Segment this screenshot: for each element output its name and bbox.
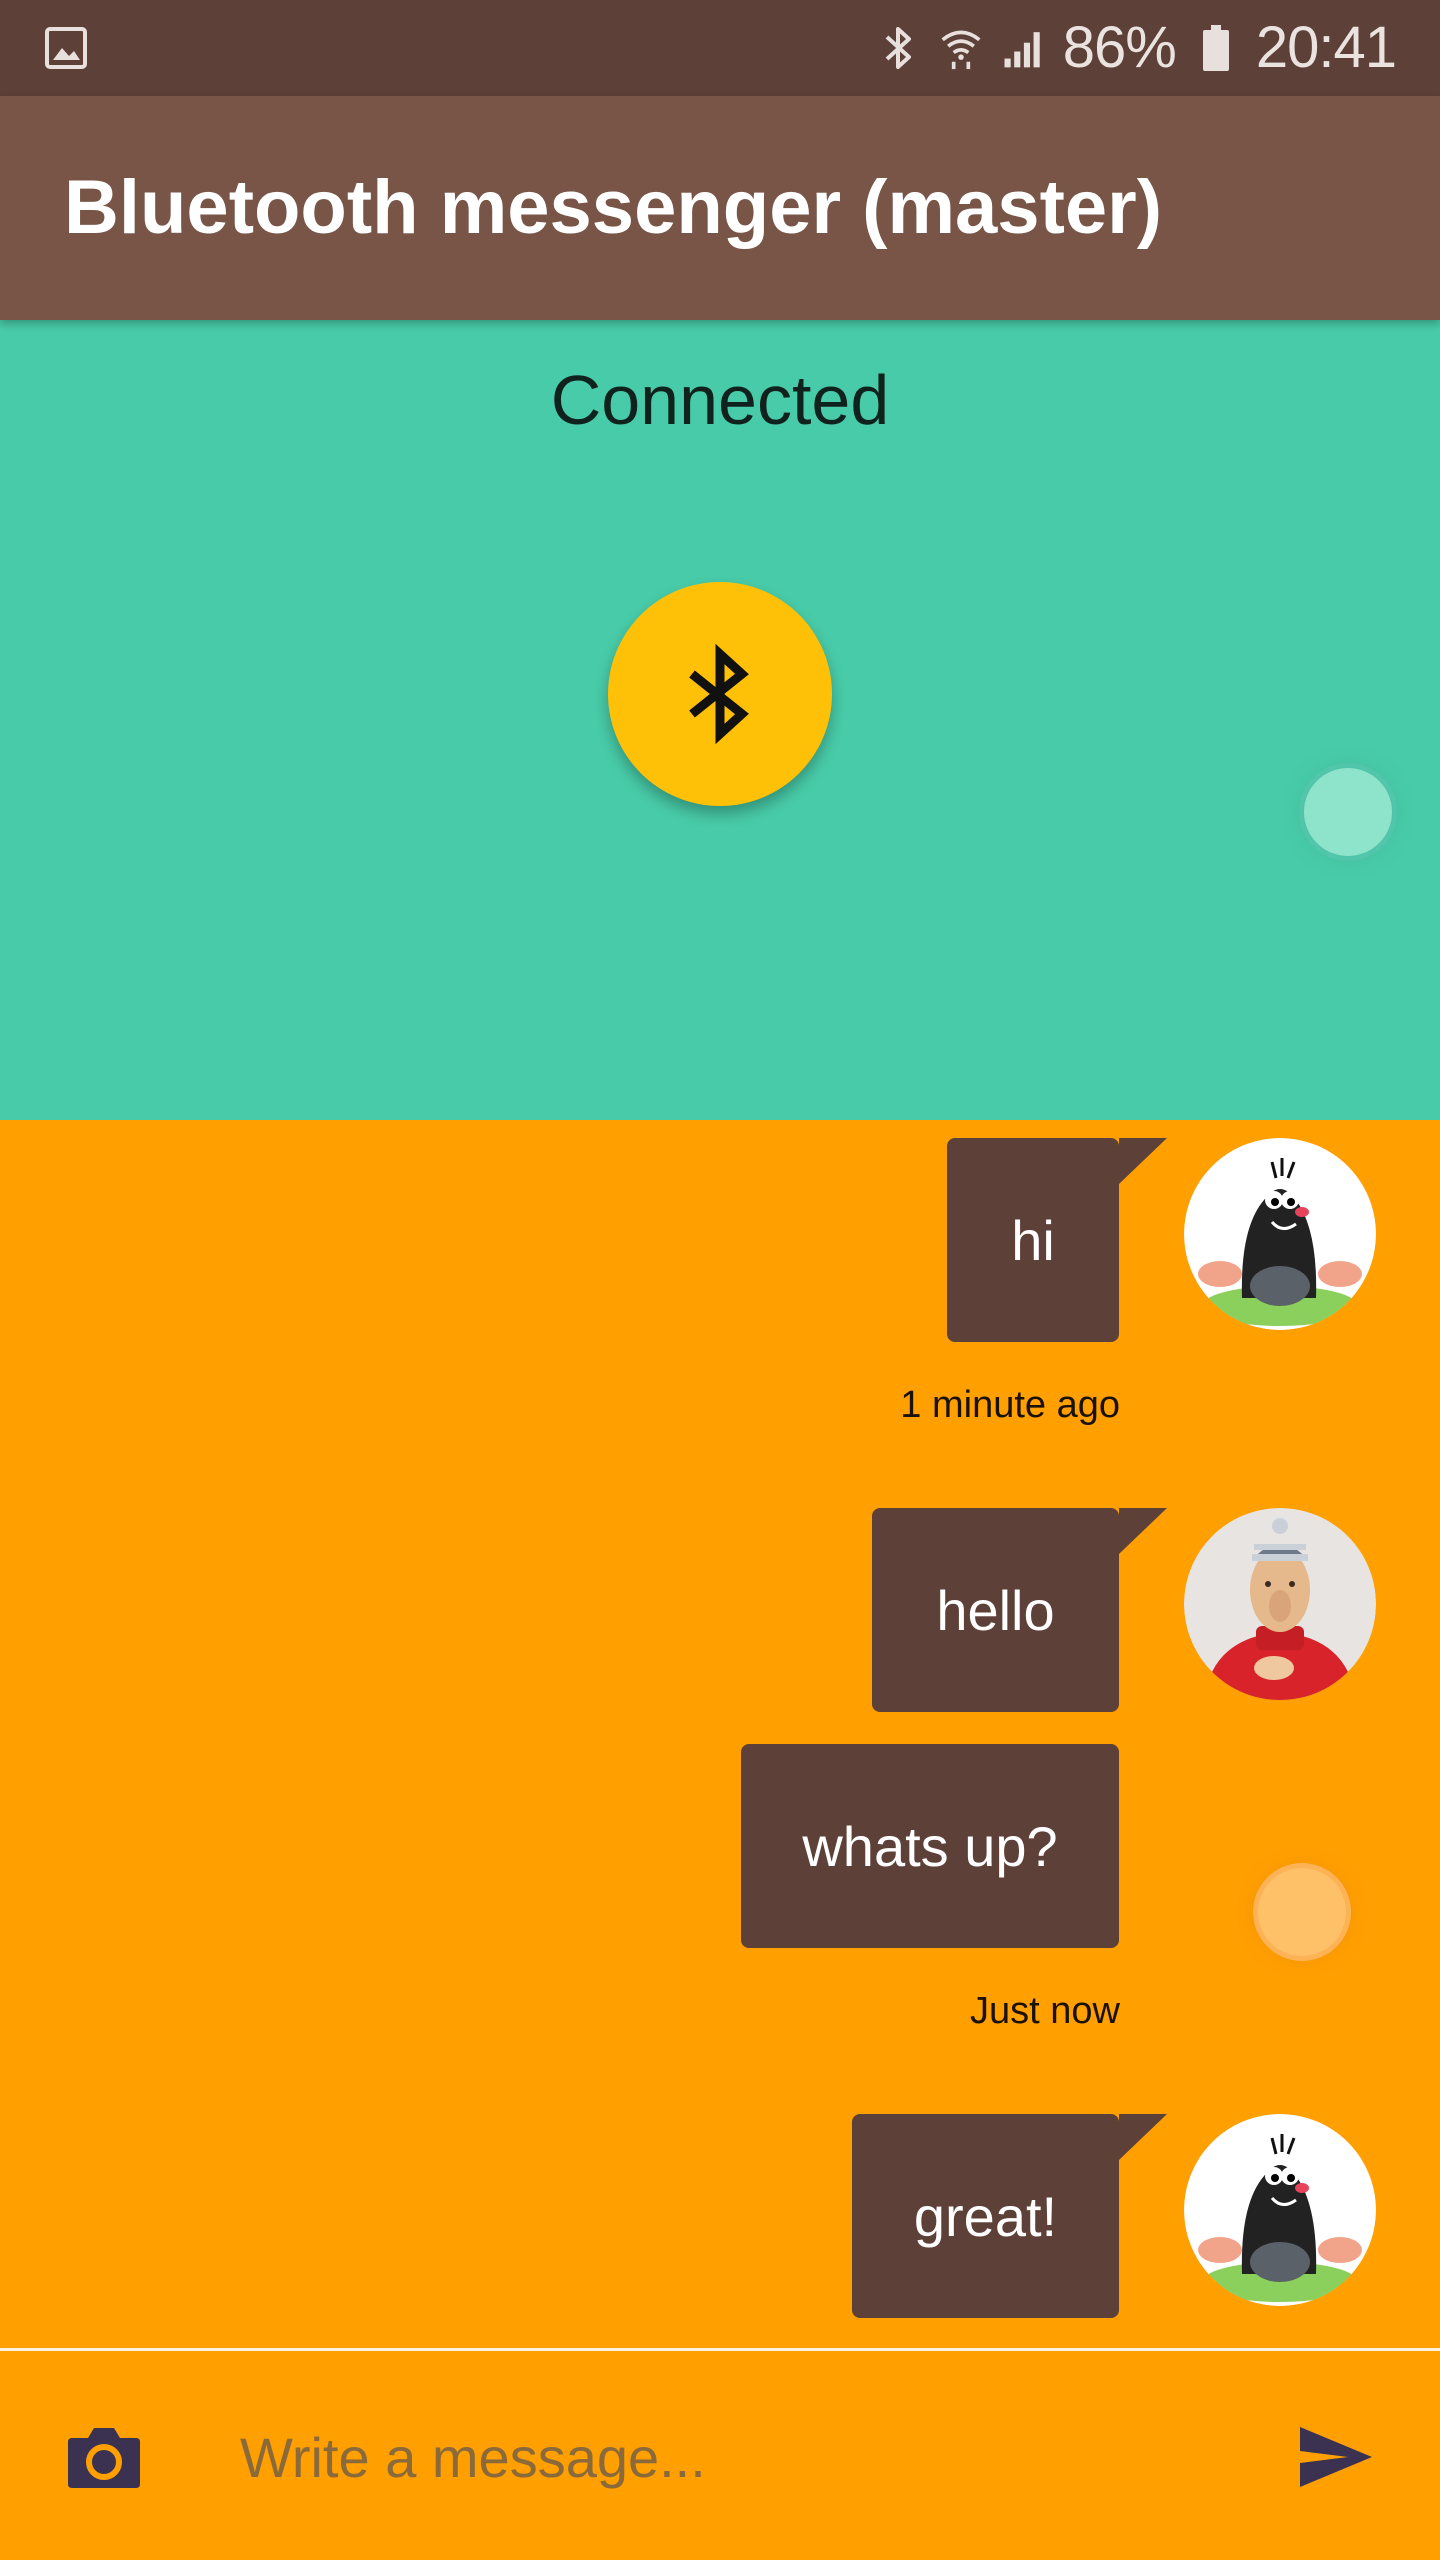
touch-indicator (1304, 768, 1392, 856)
message-text: hello (936, 1578, 1055, 1642)
connection-status: Connected (550, 361, 890, 439)
status-indicators: 86% 20:41 (877, 0, 1397, 96)
touch-indicator (1258, 1868, 1346, 1956)
gallery-notification-icon (44, 26, 88, 70)
battery-percentage: 86% (1062, 15, 1177, 80)
message-timestamp: 1 minute ago (900, 1384, 1120, 1426)
message-bubble[interactable]: whats up? (741, 1744, 1119, 1948)
signal-icon (1001, 22, 1045, 74)
mole-avatar[interactable] (1184, 1138, 1376, 1330)
neighbor-avatar[interactable] (1184, 1508, 1376, 1700)
clock: 20:41 (1255, 15, 1397, 80)
message-bubble[interactable]: hello (872, 1508, 1167, 1712)
send-icon (1300, 2427, 1372, 2487)
message-bubble[interactable]: hi (947, 1138, 1167, 1342)
send-button[interactable] (1292, 2417, 1380, 2497)
bluetooth-icon (877, 22, 921, 74)
bluetooth-icon (689, 644, 749, 744)
wifi-icon (939, 22, 983, 74)
message-text: great! (913, 2184, 1058, 2248)
connection-panel: Connected (0, 320, 1440, 1120)
app-title: Bluetooth messenger (master) (64, 165, 1163, 250)
message-bubble[interactable]: great! (852, 2114, 1167, 2318)
battery-icon (1194, 22, 1238, 74)
message-text: whats up? (802, 1814, 1058, 1878)
status-bar: 86% 20:41 (0, 0, 1440, 96)
chat-message-list[interactable]: hi 1 minute ago hello whats up? Just now… (0, 1120, 1440, 2350)
message-timestamp: Just now (970, 1990, 1120, 2032)
camera-icon (68, 2428, 140, 2488)
camera-button[interactable] (64, 2417, 144, 2497)
message-composer (0, 2351, 1440, 2560)
message-input[interactable] (240, 2403, 1220, 2511)
message-text: hi (1011, 1208, 1055, 1272)
bluetooth-connect-button[interactable] (608, 582, 832, 806)
mole-avatar[interactable] (1184, 2114, 1376, 2306)
app-bar: Bluetooth messenger (master) (0, 96, 1440, 320)
